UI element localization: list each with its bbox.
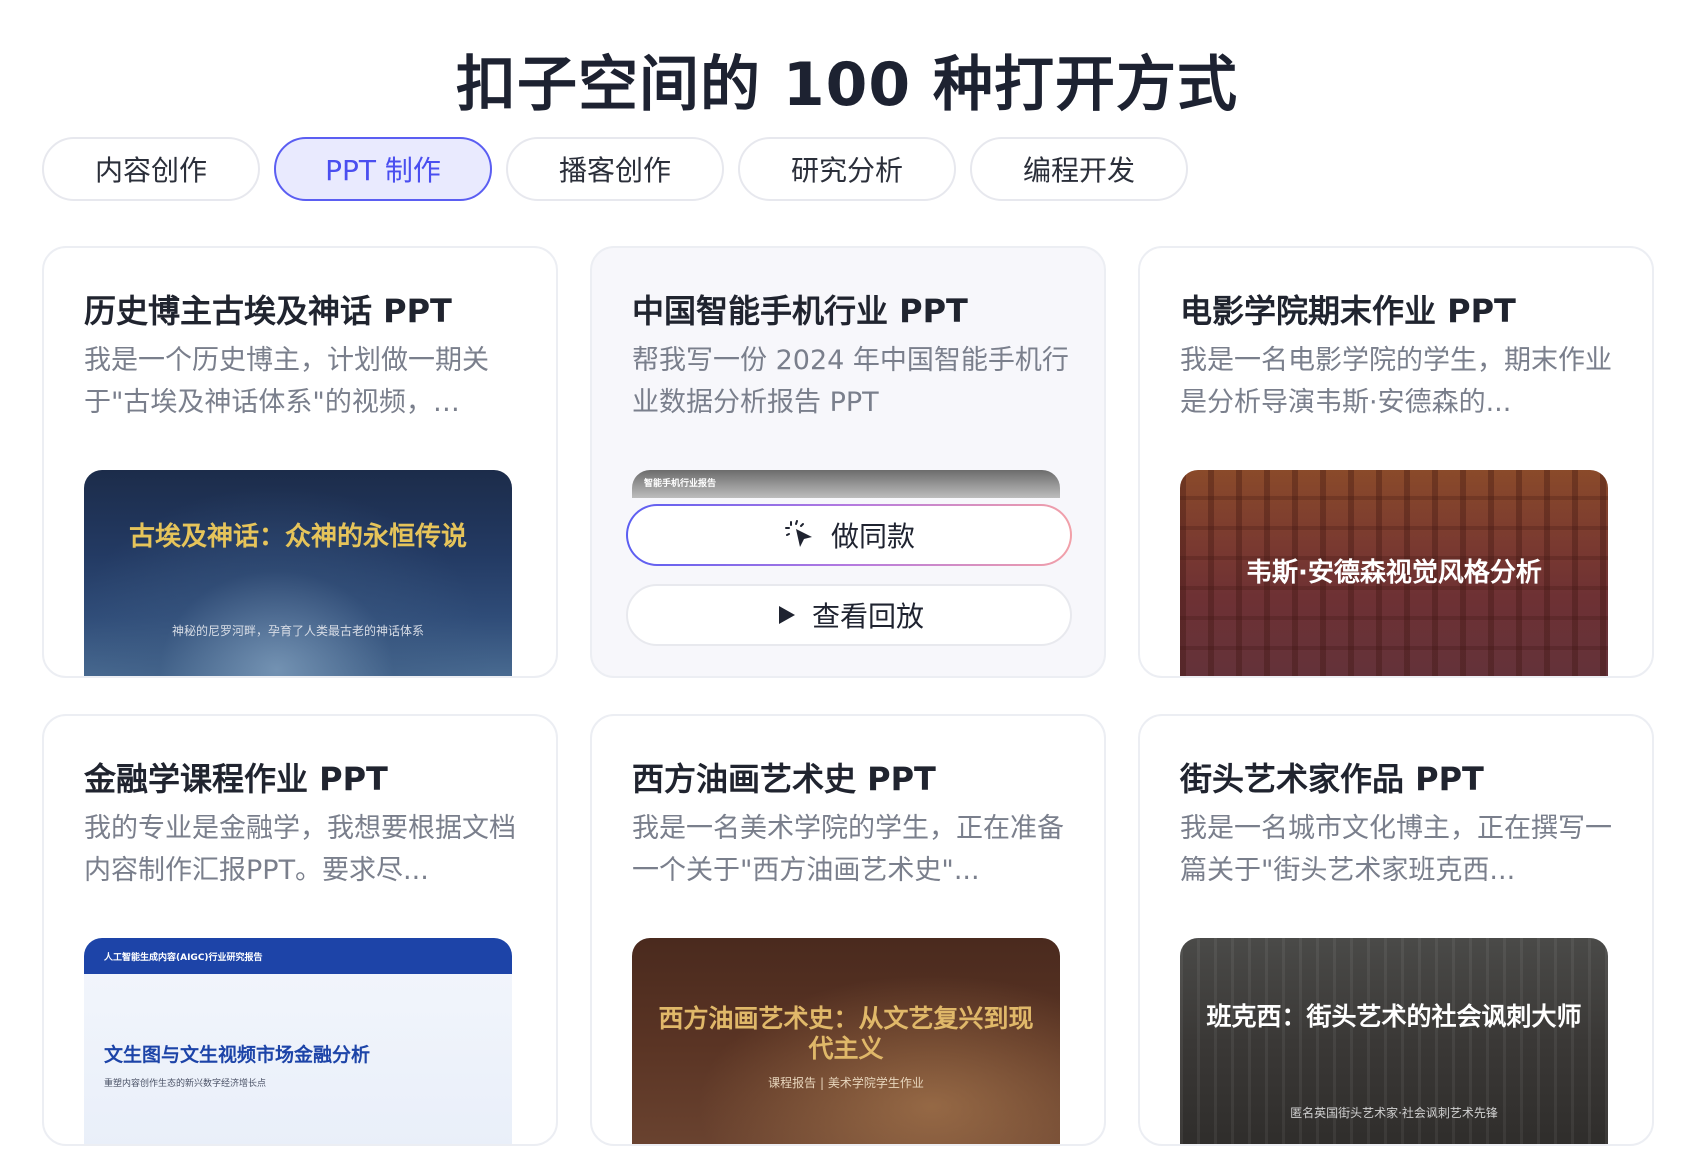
category-tabs: 内容创作 PPT 制作 播客创作 研究分析 编程开发 bbox=[42, 137, 1202, 201]
case-card-banksy[interactable]: 街头艺术家作品 PPT 我是一名城市文化博主，正在撰写一篇关于"街头艺术家班克西… bbox=[1138, 714, 1654, 1146]
card-title: 街头艺术家作品 PPT bbox=[1180, 760, 1484, 798]
card-title: 金融学课程作业 PPT bbox=[84, 760, 388, 798]
card-title: 历史博主古埃及神话 PPT bbox=[84, 292, 452, 330]
card-description: 帮我写一份 2024 年中国智能手机行业数据分析报告 PPT bbox=[632, 345, 1069, 418]
view-replay-button[interactable]: 查看回放 bbox=[626, 584, 1072, 646]
card-title: 西方油画艺术史 PPT bbox=[632, 760, 936, 798]
case-card-finance[interactable]: 金融学课程作业 PPT 我的专业是金融学，我想要根据文档内容制作汇报PPT。要求… bbox=[42, 714, 558, 1146]
thumbnail-title: 班克西：街头艺术的社会讽刺大师 bbox=[1206, 1002, 1582, 1031]
case-card-film[interactable]: 电影学院期末作业 PPT 我是一名电影学院的学生，期末作业是分析导演韦斯·安德森… bbox=[1138, 246, 1654, 678]
card-thumbnail: 智能手机行业报告 bbox=[632, 470, 1060, 498]
thumbnail-title: 古埃及神话：众神的永恒传说 bbox=[128, 522, 467, 552]
thumbnail-subtitle: 匿名英国街头艺术家·社会讽刺艺术先锋 bbox=[1290, 1106, 1498, 1120]
case-card-egypt[interactable]: 历史博主古埃及神话 PPT 我是一个历史博主，计划做一期关于"古埃及神话体系"的… bbox=[42, 246, 558, 678]
card-thumbnail: 古埃及神话：众神的永恒传说 神秘的尼罗河畔，孕育了人类最古老的神话体系 bbox=[84, 470, 512, 676]
card-thumbnail: 班克西：街头艺术的社会讽刺大师 匿名英国街头艺术家·社会讽刺艺术先锋 bbox=[1180, 938, 1608, 1144]
case-card-smartphone[interactable]: 中国智能手机行业 PPT 帮我写一份 2024 年中国智能手机行业数据分析报告 … bbox=[590, 246, 1106, 678]
thumbnail-title: 西方油画艺术史：从文艺复兴到现代主义 bbox=[658, 1004, 1034, 1063]
thumbnail-subtitle: 重塑内容创作生态的新兴数字经济增长点 bbox=[104, 1079, 267, 1089]
thumbnail-title: 文生图与文生视频市场金融分析 bbox=[104, 1044, 371, 1066]
tab-ppt[interactable]: PPT 制作 bbox=[274, 137, 492, 201]
thumbnail-header: 人工智能生成内容(AIGC)行业研究报告 bbox=[104, 953, 263, 963]
thumbnail-header-bar: 人工智能生成内容(AIGC)行业研究报告 bbox=[84, 938, 512, 974]
thumbnail-title: 韦斯·安德森视觉风格分析 bbox=[1246, 558, 1542, 588]
card-description: 我是一名美术学院的学生，正在准备一个关于"西方油画艺术史"... bbox=[632, 813, 1064, 886]
page-title: 扣子空间的 100 种打开方式 bbox=[455, 50, 1239, 120]
make-same-button[interactable]: 做同款 bbox=[626, 504, 1072, 566]
card-title: 电影学院期末作业 PPT bbox=[1180, 292, 1516, 330]
thumbnail-subtitle: 神秘的尼罗河畔，孕育了人类最古老的神话体系 bbox=[171, 624, 424, 638]
thumbnail-header: 智能手机行业报告 bbox=[644, 479, 717, 489]
card-thumbnail: 人工智能生成内容(AIGC)行业研究报告 文生图与文生视频市场金融分析 重塑内容… bbox=[84, 938, 512, 1144]
view-replay-label: 查看回放 bbox=[811, 600, 924, 633]
card-thumbnail: 西方油画艺术史：从文艺复兴到现代主义 课程报告 | 美术学院学生作业 bbox=[632, 938, 1060, 1144]
card-title: 中国智能手机行业 PPT bbox=[632, 292, 968, 330]
card-thumbnail: 韦斯·安德森视觉风格分析 bbox=[1180, 470, 1608, 676]
play-icon bbox=[774, 603, 798, 627]
tab-podcast[interactable]: 播客创作 bbox=[506, 137, 724, 201]
card-description: 我的专业是金融学，我想要根据文档内容制作汇报PPT。要求尽... bbox=[84, 813, 516, 886]
card-description: 我是一名电影学院的学生，期末作业是分析导演韦斯·安德森的... bbox=[1180, 345, 1612, 418]
card-description: 我是一名城市文化博主，正在撰写一篇关于"街头艺术家班克西... bbox=[1180, 813, 1612, 886]
case-card-oil-painting[interactable]: 西方油画艺术史 PPT 我是一名美术学院的学生，正在准备一个关于"西方油画艺术史… bbox=[590, 714, 1106, 1146]
tab-programming[interactable]: 编程开发 bbox=[970, 137, 1188, 201]
magic-cursor-icon bbox=[783, 518, 817, 552]
tab-content-creation[interactable]: 内容创作 bbox=[42, 137, 260, 201]
make-same-label: 做同款 bbox=[830, 520, 915, 553]
tab-research[interactable]: 研究分析 bbox=[738, 137, 956, 201]
card-description: 我是一个历史博主，计划做一期关于"古埃及神话体系"的视频，… bbox=[84, 345, 489, 418]
thumbnail-subtitle: 课程报告 | 美术学院学生作业 bbox=[768, 1076, 924, 1090]
